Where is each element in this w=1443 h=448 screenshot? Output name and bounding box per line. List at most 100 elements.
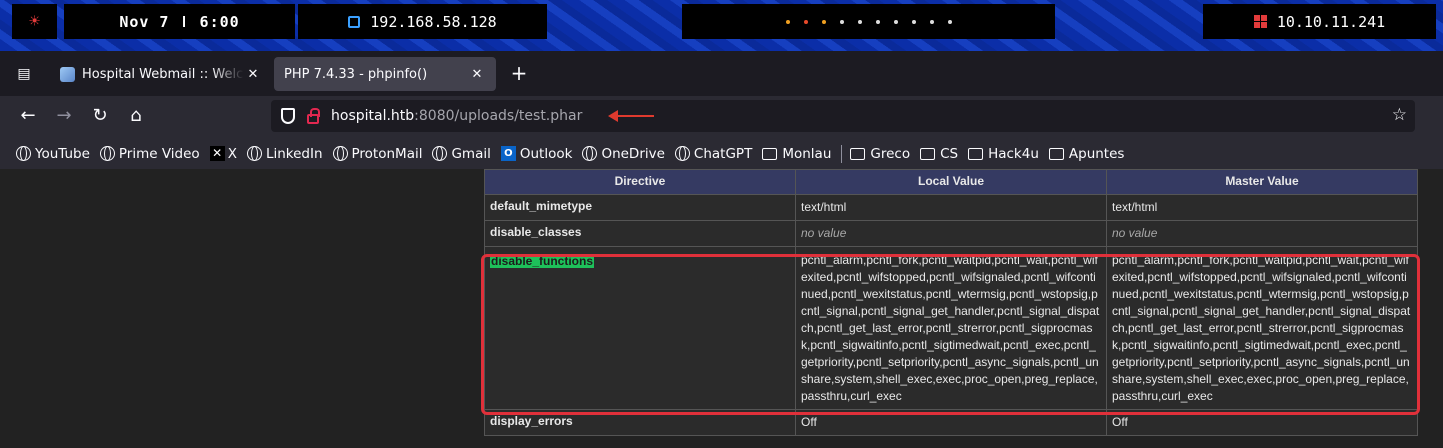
folder-icon [762, 147, 778, 160]
header-local-value: Local Value [795, 169, 1107, 195]
table-row-disable-functions: disable_functions pcntl_alarm,pcntl_fork… [484, 246, 1418, 410]
url-text[interactable]: hospital.htb:8080/uploads/test.phar [331, 108, 582, 124]
master-value: Off [1106, 409, 1418, 436]
target-ip-text: 10.10.11.241 [1276, 12, 1386, 31]
local-value: Off [795, 409, 1107, 436]
bookmark-label: ChatGPT [693, 145, 753, 162]
folder-icon [1048, 147, 1064, 160]
globe-icon [432, 146, 448, 161]
bookmark-label: CS [940, 145, 959, 162]
directive-name: disable_classes [484, 220, 796, 247]
bookmark-label: Outlook [519, 145, 573, 162]
bookmark-cs[interactable]: CS [920, 146, 958, 162]
fingerprint-icon[interactable]: ☀ [12, 4, 57, 39]
directive-name: disable_functions [484, 246, 796, 410]
globe-icon [16, 146, 31, 161]
x-logo-icon: ✕ [209, 146, 225, 161]
bookmark-apuntes[interactable]: Apuntes [1048, 145, 1125, 162]
bookmark-label: Hack4u [988, 145, 1039, 162]
workspace-dot[interactable] [839, 19, 844, 24]
datetime-widget[interactable]: Nov 7 ǀ 6:00 [64, 4, 295, 39]
workspace-dot[interactable] [785, 19, 790, 24]
globe-icon [332, 146, 348, 161]
workspace-dot[interactable] [803, 19, 808, 24]
address-bar[interactable]: hospital.htb:8080/uploads/test.phar ☆ [271, 100, 1415, 132]
tab-phpinfo[interactable]: PHP 7.4.33 - phpinfo() ✕ [274, 57, 496, 91]
bookmark-label: Greco [870, 145, 911, 162]
home-icon[interactable]: ⌂ [124, 105, 148, 129]
phpinfo-core-table: Directive Local Value Master Value defau… [484, 169, 1418, 436]
tab-title: PHP 7.4.33 - phpinfo() [284, 66, 428, 82]
workspace-dot[interactable] [821, 19, 826, 24]
bookmark-label: Gmail [451, 145, 491, 162]
header-directive: Directive [484, 169, 796, 195]
table-row: disable_classes no value no value [484, 220, 1418, 247]
bookmark-protonmail[interactable]: ProtonMail [332, 145, 423, 162]
insecure-lock-icon[interactable] [307, 108, 320, 124]
globe-icon [99, 146, 115, 161]
table-header-row: Directive Local Value Master Value [484, 169, 1418, 195]
red-arrow-annotation [608, 110, 655, 122]
workspace-dot[interactable] [875, 19, 880, 24]
outlook-icon: O [500, 146, 516, 161]
workspace-dot[interactable] [893, 19, 898, 24]
datetime-text: Nov 7 ǀ 6:00 [119, 12, 240, 31]
table-row: display_errors Off Off [484, 409, 1418, 436]
local-value: text/html [795, 194, 1107, 221]
bookmark-label: ProtonMail [351, 145, 423, 162]
directive-name: display_errors [484, 409, 796, 436]
workspace-dot[interactable] [857, 19, 862, 24]
new-tab-plus-icon[interactable]: + [508, 63, 530, 85]
bookmark-linkedin[interactable]: LinkedIn [246, 146, 323, 162]
bookmark-label: Monlau [782, 145, 832, 162]
reload-icon[interactable]: ↻ [88, 105, 112, 129]
globe-icon [246, 146, 262, 161]
bookmark-star-icon[interactable]: ☆ [1392, 105, 1407, 125]
bookmark-prime-video[interactable]: Prime Video [99, 145, 200, 162]
close-icon[interactable]: ✕ [244, 67, 262, 82]
no-value-text: no value [1112, 226, 1158, 240]
shield-icon[interactable] [281, 108, 295, 124]
workspace-indicator[interactable] [682, 4, 1055, 39]
windows-icon [1253, 15, 1267, 28]
bookmarks-toolbar: YouTube Prime Video ✕ X LinkedIn ProtonMail Gm… [0, 138, 1443, 169]
forward-arrow-icon[interactable]: → [52, 105, 76, 129]
bookmark-monlau[interactable]: Monlau [762, 146, 831, 162]
bookmark-x[interactable]: ✕ X [209, 145, 237, 162]
target-ip-widget[interactable]: 10.10.11.241 [1203, 4, 1436, 39]
bookmark-chatgpt[interactable]: ChatGPT [674, 145, 753, 162]
local-ip-widget[interactable]: 192.168.58.128 [298, 4, 547, 39]
folder-icon [850, 147, 866, 160]
url-host: hospital.htb [331, 108, 415, 124]
workspace-dot[interactable] [947, 19, 952, 24]
folder-icon [968, 147, 984, 160]
roundcube-favicon-icon [60, 66, 75, 82]
table-row: default_mimetype text/html text/html [484, 194, 1418, 221]
master-value: text/html [1106, 194, 1418, 221]
bookmark-outlook[interactable]: O Outlook [500, 145, 573, 162]
page-content: Directive Local Value Master Value defau… [0, 169, 1443, 448]
bookmark-label: Apuntes [1068, 145, 1125, 162]
bookmark-label: YouTube [35, 145, 90, 162]
highlighted-directive: disable_functions [490, 254, 595, 268]
bookmark-label: X [227, 145, 237, 162]
bookmark-greco[interactable]: Greco [850, 146, 910, 162]
folder-icon [920, 147, 936, 160]
tab-hospital-webmail[interactable]: Hospital Webmail :: Welcome ✕ [50, 57, 272, 91]
workspace-dot[interactable] [929, 19, 934, 24]
close-icon[interactable]: ✕ [468, 67, 486, 82]
bookmarks-separator [841, 144, 843, 163]
bookmark-hack4u[interactable]: Hack4u [968, 146, 1039, 162]
bookmark-label: Prime Video [118, 145, 200, 162]
no-value-text: no value [801, 226, 847, 240]
bookmark-youtube[interactable]: YouTube [16, 146, 90, 162]
header-master-value: Master Value [1106, 169, 1418, 195]
local-value: no value [795, 220, 1107, 247]
workspace-dot[interactable] [911, 19, 916, 24]
bookmark-onedrive[interactable]: OneDrive [582, 146, 665, 162]
master-value: pcntl_alarm,pcntl_fork,pcntl_waitpid,pcn… [1106, 246, 1418, 410]
back-arrow-icon[interactable]: ← [16, 105, 40, 129]
bookmark-gmail[interactable]: Gmail [432, 145, 491, 162]
tab-list-icon[interactable]: ▤ [12, 62, 36, 86]
local-value: pcntl_alarm,pcntl_fork,pcntl_waitpid,pcn… [795, 246, 1107, 410]
